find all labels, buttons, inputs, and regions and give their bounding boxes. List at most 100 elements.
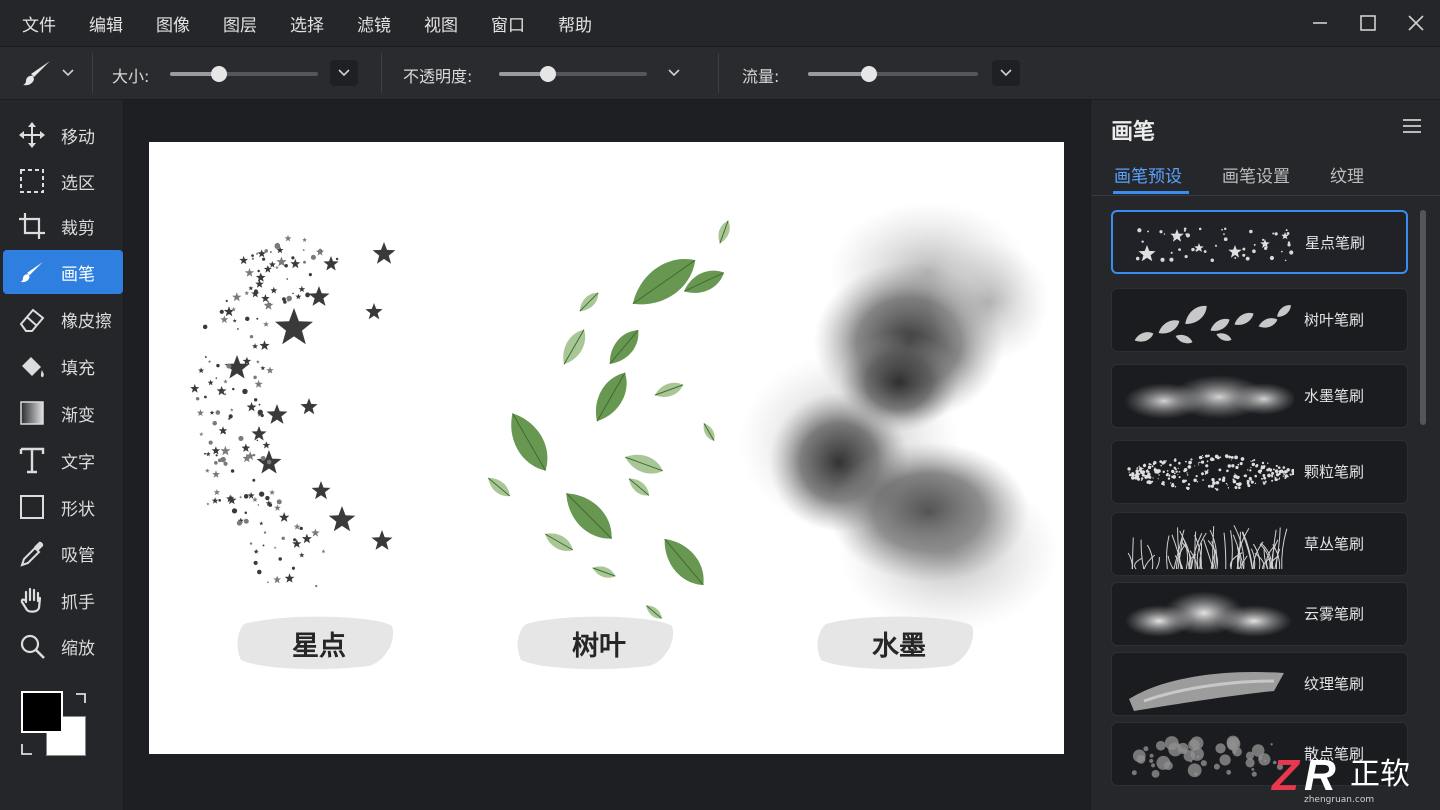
leaf-stroke: [487, 220, 730, 619]
options-bar: 大小: 不透明度: 流量:: [0, 46, 1440, 100]
marquee-icon: [17, 166, 47, 196]
panel-title: 画笔: [1111, 120, 1156, 145]
tool-label: 画笔: [61, 264, 95, 285]
flow-slider[interactable]: [808, 66, 978, 82]
opacity-slider-knob[interactable]: [539, 66, 556, 82]
tool-label: 填充: [61, 358, 95, 379]
menu-help[interactable]: 帮助: [558, 11, 592, 36]
menu-view[interactable]: 视图: [424, 11, 458, 36]
hand-icon: [17, 585, 47, 615]
maximize-button[interactable]: [1344, 0, 1392, 46]
flow-dropdown[interactable]: [992, 60, 1020, 86]
swap-colors-icon[interactable]: [74, 692, 88, 706]
menu-edit[interactable]: 编辑: [89, 11, 123, 36]
minimize-button[interactable]: [1296, 0, 1344, 46]
close-button[interactable]: [1392, 0, 1440, 46]
bucket-icon: [17, 351, 47, 381]
brush-icon: [23, 61, 50, 86]
brush-preset-picker[interactable]: [20, 57, 80, 89]
size-label: 大小:: [112, 67, 150, 86]
tool-label: 缩放: [61, 638, 95, 659]
flow-slider-fill: [808, 72, 870, 76]
size-slider[interactable]: [170, 66, 318, 82]
size-slider-knob[interactable]: [210, 66, 227, 82]
tool-zoom[interactable]: 缩放: [3, 624, 123, 668]
tool-move[interactable]: 移动: [3, 113, 123, 157]
canvas-label-stars: 星点: [292, 631, 346, 662]
tool-label: 文字: [61, 452, 95, 473]
menu-image[interactable]: 图像: [156, 11, 190, 36]
tab-texture[interactable]: 纹理: [1330, 162, 1364, 187]
zoom-icon: [17, 631, 47, 661]
grain-brush-preview-icon: [1127, 454, 1294, 491]
preset-cloud-brush[interactable]: 云雾笔刷: [1111, 582, 1408, 646]
tool-crop[interactable]: 裁剪: [3, 204, 123, 248]
brush-icon: [17, 257, 47, 287]
tool-brush[interactable]: 画笔: [3, 250, 123, 294]
tool-eyedropper[interactable]: 吸管: [3, 531, 123, 575]
canvas-label-leaves: 树叶: [572, 631, 626, 662]
opacity-slider[interactable]: [499, 66, 647, 82]
opacity-dropdown[interactable]: [662, 60, 686, 86]
preset-name: 水墨笔刷: [1304, 387, 1365, 405]
preset-name: 星点笔刷: [1305, 234, 1366, 252]
star-stroke: [190, 234, 396, 588]
flow-slider-knob[interactable]: [861, 66, 878, 82]
svg-text:正软: 正软: [1350, 757, 1410, 792]
menu-layer[interactable]: 图层: [223, 11, 257, 36]
preset-grass-brush[interactable]: 草丛笔刷: [1111, 512, 1408, 576]
separator: [92, 53, 93, 93]
preset-leaf-brush[interactable]: 树叶笔刷: [1111, 288, 1408, 352]
preset-name: 颗粒笔刷: [1304, 463, 1365, 481]
menu-bar: 文件 编辑 图像 图层 选择 滤镜 视图 窗口 帮助: [0, 0, 1440, 46]
texture-brush-preview-icon: [1129, 672, 1284, 711]
panel-scrollbar[interactable]: [1420, 210, 1426, 425]
foreground-color-swatch[interactable]: [21, 691, 63, 733]
menu-select[interactable]: 选择: [290, 11, 324, 36]
preset-texture-brush[interactable]: 纹理笔刷: [1111, 652, 1408, 716]
tool-eraser[interactable]: 橡皮擦: [3, 297, 123, 341]
tool-label: 渐变: [61, 405, 95, 426]
chevron-down-icon: [668, 69, 680, 77]
default-colors-icon[interactable]: [20, 742, 34, 756]
tool-text[interactable]: 文字: [3, 438, 123, 482]
eraser-icon: [17, 304, 47, 334]
tool-hand[interactable]: 抓手: [3, 578, 123, 622]
menu-window[interactable]: 窗口: [491, 11, 525, 36]
hamburger-menu-icon[interactable]: [1402, 118, 1422, 134]
svg-text:zhengruan.com: zhengruan.com: [1304, 795, 1374, 805]
menu-file[interactable]: 文件: [22, 11, 56, 36]
size-dropdown[interactable]: [330, 60, 358, 86]
tool-shape[interactable]: 形状: [3, 485, 123, 529]
svg-text:Z: Z: [1270, 751, 1301, 800]
tool-fill[interactable]: 填充: [3, 344, 123, 388]
opacity-label: 不透明度:: [403, 67, 473, 86]
grass-brush-preview-icon: [1127, 525, 1288, 570]
eyedropper-icon: [17, 538, 47, 568]
chevron-down-icon: [338, 69, 350, 77]
zr-logo-icon: Z R 正软 zhengruan.com: [1270, 751, 1410, 805]
leaf-brush-preview-icon: [1134, 305, 1291, 344]
tool-gradient[interactable]: 渐变: [3, 391, 123, 435]
minimize-icon: [1313, 22, 1327, 24]
workspace: 星点 树叶 水墨: [124, 100, 1090, 810]
chevron-down-icon: [62, 69, 74, 77]
tab-brush-presets[interactable]: 画笔预设: [1114, 162, 1182, 187]
scatter-brush-preview-icon: [1131, 735, 1284, 778]
document-canvas[interactable]: 星点 树叶 水墨: [149, 142, 1064, 754]
tab-brush-settings[interactable]: 画笔设置: [1222, 162, 1290, 187]
preset-name: 纹理笔刷: [1304, 675, 1365, 693]
menu-list: 文件 编辑 图像 图层 选择 滤镜 视图 窗口 帮助: [22, 11, 625, 36]
maximize-icon: [1360, 15, 1376, 31]
flow-label: 流量:: [742, 67, 780, 86]
preset-star-brush[interactable]: 星点笔刷: [1111, 210, 1408, 274]
menu-filter[interactable]: 滤镜: [357, 11, 391, 36]
tool-label: 形状: [61, 499, 95, 520]
star-brush-preview-icon: [1135, 227, 1294, 263]
preset-ink-brush[interactable]: 水墨笔刷: [1111, 364, 1408, 428]
tool-label: 选区: [61, 173, 95, 194]
tool-marquee[interactable]: 选区: [3, 159, 123, 203]
chevron-down-icon: [1000, 69, 1012, 77]
brush-panel: 画笔 画笔预设 画笔设置 纹理 星点笔刷 树叶笔刷 水墨笔刷 颗粒笔刷 草丛笔刷…: [1090, 100, 1440, 810]
preset-grain-brush[interactable]: 颗粒笔刷: [1111, 440, 1408, 504]
